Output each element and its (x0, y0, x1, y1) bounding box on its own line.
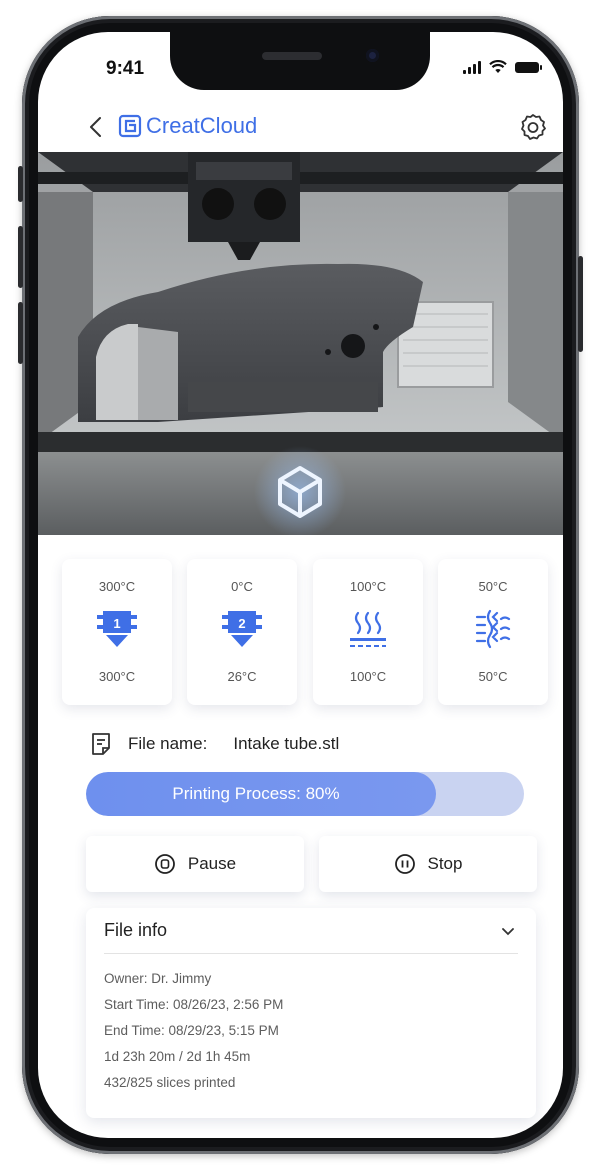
svg-text:2: 2 (238, 616, 245, 631)
heated-bed-card[interactable]: 100°C 100°C (313, 559, 423, 705)
nozzle-2-card[interactable]: 0°C 2 26°C (187, 559, 297, 705)
mute-switch (18, 166, 23, 202)
chevron-down-icon[interactable] (500, 926, 516, 938)
app-header: CreatCloud (38, 106, 563, 150)
file-icon (92, 733, 110, 755)
pause-button[interactable]: Pause (86, 836, 304, 892)
bed-current-temp: 100°C (349, 669, 387, 684)
duration-text: 1d 23h 20m / 2d 1h 45m (104, 1049, 251, 1064)
chamber-current-temp: 50°C (478, 669, 508, 684)
stop-icon (394, 854, 415, 874)
status-time: 9:41 (106, 58, 145, 79)
stop-label: Stop (427, 854, 463, 873)
divider (104, 953, 518, 954)
nozzle-1-target-temp: 300°C (98, 579, 136, 594)
status-icons (463, 60, 542, 74)
volume-up-button (18, 226, 23, 288)
file-name-row: File name: Intake tube.stl (90, 730, 339, 758)
bed-target-temp: 100°C (349, 579, 387, 594)
brand-name: CreatCloud (146, 113, 258, 138)
file-info-panel: File info Owner: Dr. Jimmy Start Time: 0… (86, 908, 536, 1118)
nozzle-2-icon: 2 (222, 611, 262, 647)
chamber-target-temp: 50°C (478, 579, 508, 594)
nozzle-1-icon: 1 (97, 611, 137, 647)
nozzle-2-target-temp: 0°C (231, 579, 253, 594)
end-time-text: End Time: 08/29/23, 5:15 PM (104, 1023, 279, 1038)
print-progress-text: Printing Process: 80% (172, 784, 340, 803)
heated-bed-icon (350, 611, 386, 647)
back-chevron-icon[interactable] (84, 114, 110, 140)
slices-text: 432/825 slices printed (104, 1075, 236, 1090)
nozzle-2-current-temp: 26°C (227, 669, 257, 684)
file-info-details: Owner: Dr. Jimmy Start Time: 08/26/23, 2… (104, 966, 283, 1096)
printer-camera-feed (38, 152, 563, 535)
nozzle-1-card[interactable]: 300°C 1 300°C (62, 559, 172, 705)
start-time-text: Start Time: 08/26/23, 2:56 PM (104, 997, 284, 1012)
creatcloud-logo-icon (118, 114, 142, 138)
file-info-title[interactable]: File info (104, 920, 167, 941)
svg-text:1: 1 (113, 616, 120, 631)
chamber-icon (475, 609, 511, 649)
temperature-panel: 300°C 1 300°C 0°C 2 26°C 100°C 100°C 50°… (62, 559, 548, 709)
file-name-value: Intake tube.stl (233, 734, 340, 753)
notch (170, 32, 430, 90)
front-camera (366, 49, 379, 62)
speaker (262, 52, 322, 60)
print-progress-bar: Printing Process: 80% (86, 772, 524, 816)
wifi-icon (489, 60, 507, 73)
chamber-card[interactable]: 50°C 50°C (438, 559, 548, 705)
gear-icon[interactable] (518, 112, 548, 142)
battery-icon (515, 61, 542, 73)
signal-icon (463, 60, 481, 74)
owner-text: Owner: Dr. Jimmy (104, 971, 212, 986)
file-name-label: File name: (128, 734, 208, 753)
nozzle-1-current-temp: 300°C (98, 669, 136, 684)
pause-icon (154, 854, 175, 874)
phone-screen: 9:41 CreatCloud 300°C 1 300°C 0°C 2 26°C… (38, 32, 563, 1138)
volume-down-button (18, 302, 23, 364)
stop-button[interactable]: Stop (319, 836, 537, 892)
pause-label: Pause (187, 854, 237, 873)
power-button (578, 256, 583, 352)
